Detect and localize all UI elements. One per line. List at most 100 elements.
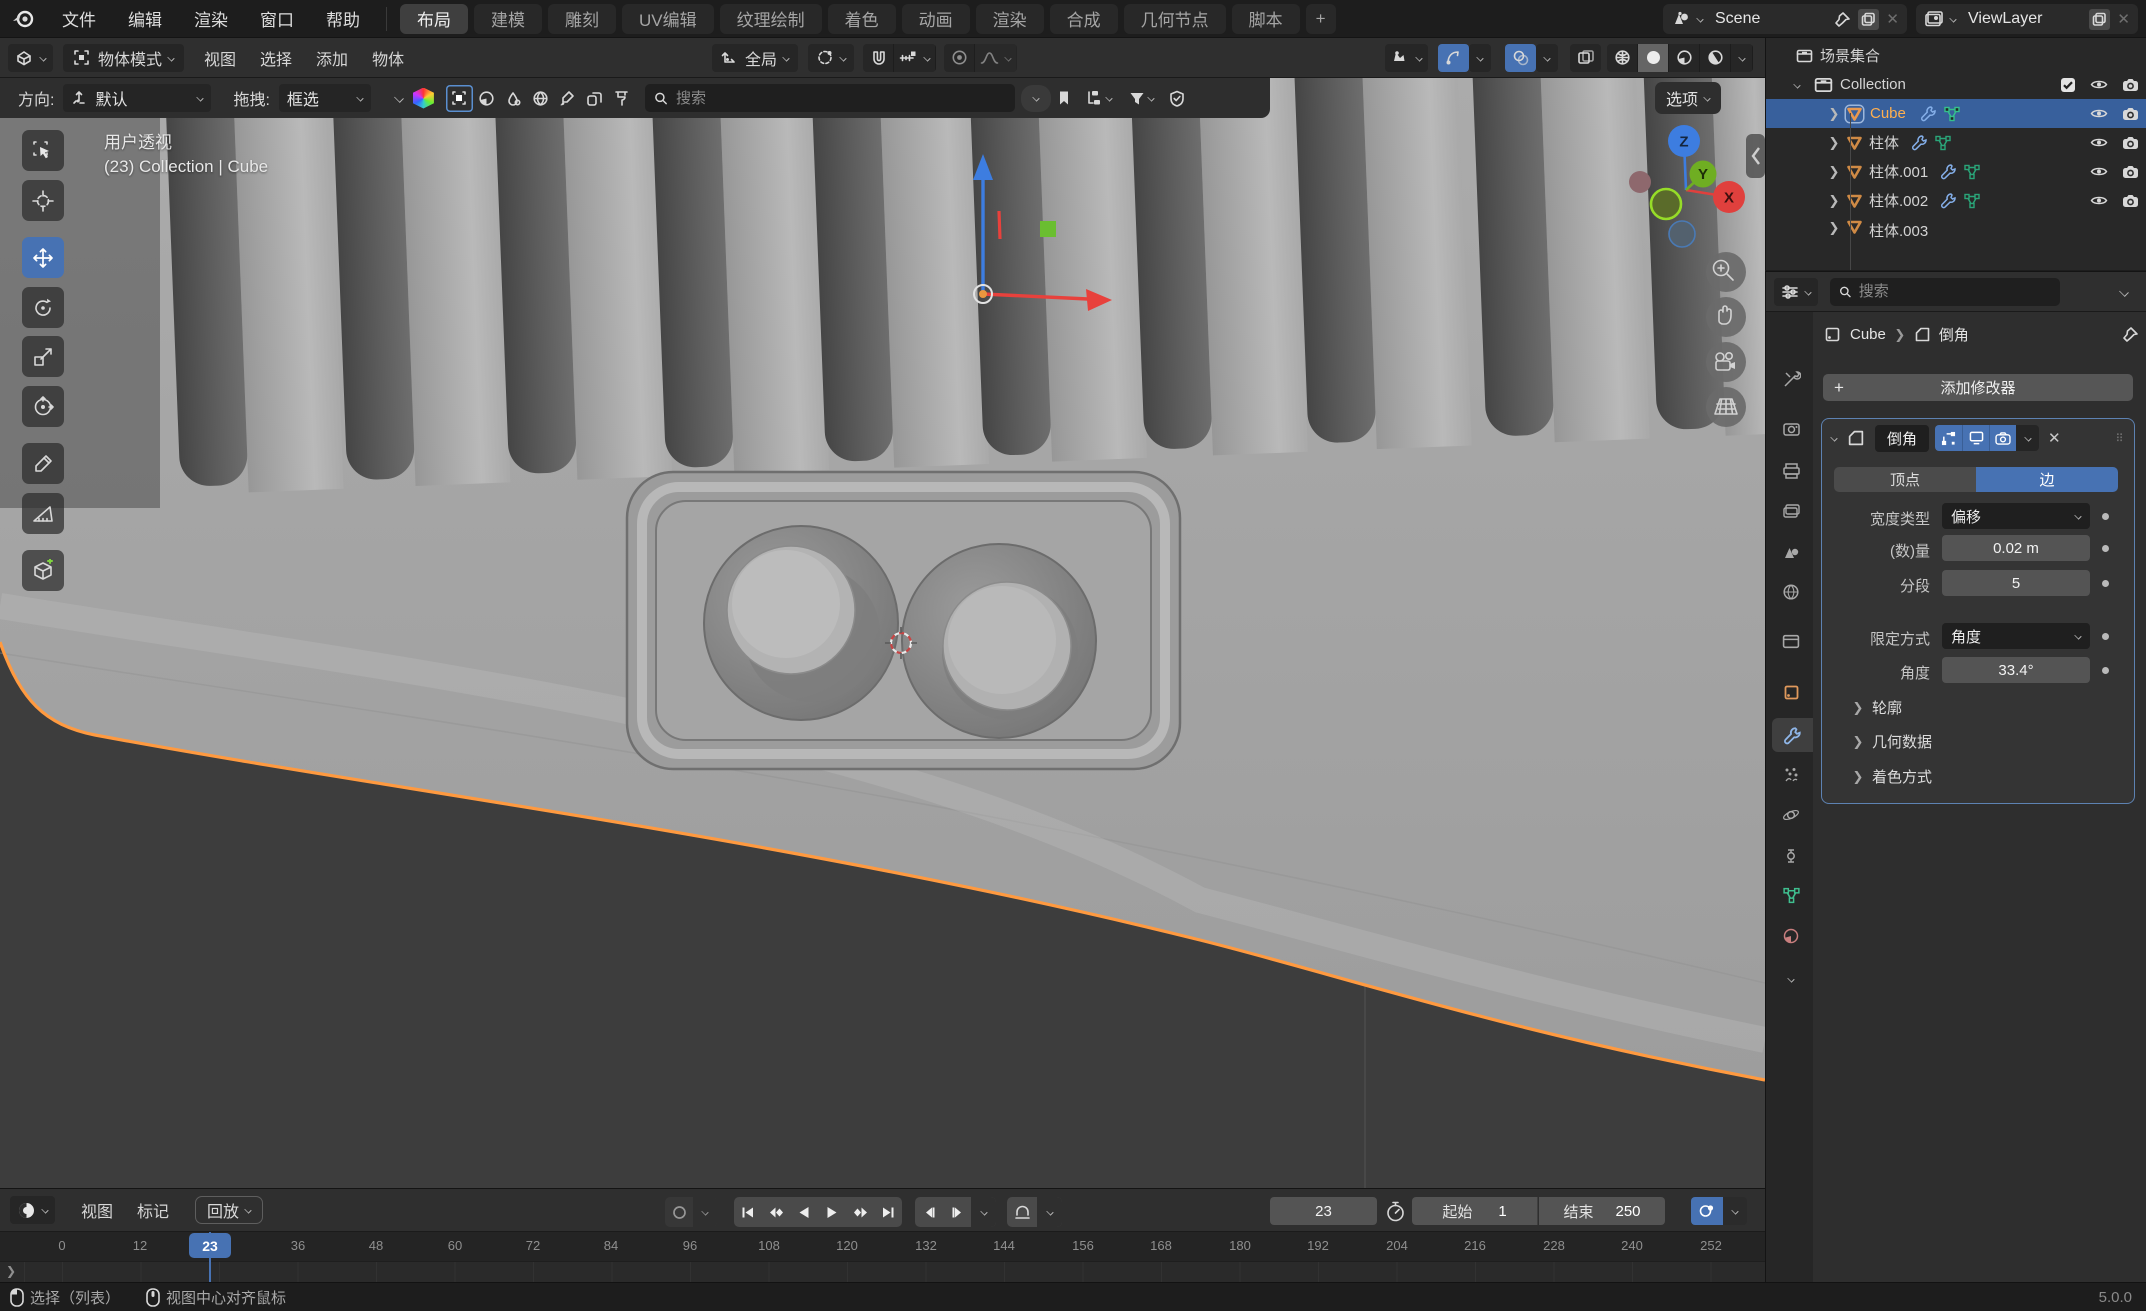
properties-search[interactable]: [1830, 278, 2060, 306]
tab-modifiers[interactable]: [1772, 718, 1813, 752]
breadcrumb-object[interactable]: Cube: [1850, 326, 1886, 343]
workspace-tab-uv[interactable]: UV编辑: [622, 4, 714, 34]
pivot-point-selector[interactable]: [808, 44, 854, 72]
tab-strip-more-chevron-icon[interactable]: [1772, 962, 1810, 996]
jump-to-end-button[interactable]: [874, 1197, 902, 1227]
auto-keying-dropdown[interactable]: [693, 1197, 717, 1227]
snap-toggle[interactable]: [863, 44, 894, 72]
show-overlays-toggle[interactable]: [1505, 44, 1536, 72]
hide-eye-icon[interactable]: [2090, 136, 2108, 149]
tool-transform[interactable]: [22, 386, 64, 427]
tool-scale[interactable]: [22, 336, 64, 377]
hide-eye-icon[interactable]: [2090, 78, 2108, 91]
mesh-data-icon[interactable]: [1934, 135, 1952, 151]
tool-annotate[interactable]: [22, 443, 64, 484]
workspace-tab-geometry-nodes[interactable]: 几何节点: [1124, 4, 1226, 34]
modifier-wrench-icon[interactable]: [1920, 105, 1937, 122]
angle-field[interactable]: 33.4°: [1942, 657, 2090, 683]
edit-mode-display-toggle[interactable]: [1935, 425, 1962, 451]
filter-all-button[interactable]: [446, 85, 473, 112]
pin-icon[interactable]: [2122, 326, 2139, 343]
menu-file[interactable]: 文件: [46, 0, 112, 38]
properties-search-input[interactable]: [1859, 283, 2051, 300]
proportional-edit-toggle[interactable]: [944, 44, 975, 72]
bookmark-icon[interactable]: [1051, 85, 1078, 112]
proportional-falloff-dropdown[interactable]: [975, 44, 1017, 72]
menu-window[interactable]: 窗口: [244, 0, 310, 38]
render-display-toggle[interactable]: [1989, 425, 2016, 451]
menu-help[interactable]: 帮助: [310, 0, 376, 38]
add-modifier-button[interactable]: + 添加修改器: [1823, 374, 2133, 401]
workspace-tab-texture-paint[interactable]: 纹理绘制: [720, 4, 822, 34]
filter-fluid-button[interactable]: [500, 85, 527, 112]
sidebar-collapse-tab[interactable]: [1746, 134, 1765, 178]
disable-render-camera-icon[interactable]: [2122, 165, 2139, 179]
tool-search-input[interactable]: [676, 90, 1006, 107]
transform-orientation-selector[interactable]: 全局: [712, 44, 798, 72]
menu-select[interactable]: 选择: [248, 46, 304, 70]
asset-shelf-chevron-icon[interactable]: [394, 93, 404, 103]
modifier-wrench-icon[interactable]: [1940, 163, 1957, 180]
new-viewlayer-button[interactable]: [2089, 9, 2110, 30]
workspace-tab-rendering[interactable]: 渲染: [976, 4, 1044, 34]
menu-object[interactable]: 物体: [360, 46, 416, 70]
shading-material-button[interactable]: [1669, 44, 1700, 72]
tool-cursor[interactable]: [22, 180, 64, 221]
filter-world-button[interactable]: [527, 85, 554, 112]
catalog-tree-button[interactable]: [1078, 85, 1120, 112]
animate-dot[interactable]: [2102, 580, 2109, 587]
outliner-row-collection[interactable]: Collection: [1766, 70, 2146, 99]
keying-set-toggle[interactable]: [1691, 1197, 1723, 1225]
mode-selector[interactable]: 物体模式: [63, 44, 184, 72]
outliner-row-cylinder[interactable]: ❯ 柱体: [1766, 128, 2146, 157]
workspace-tab-scripting[interactable]: 脚本: [1232, 4, 1300, 34]
outliner-row-cube[interactable]: ❯ Cube: [1766, 99, 2146, 128]
viewlayer-icon[interactable]: [1924, 10, 1944, 28]
tab-world[interactable]: [1772, 575, 1810, 609]
timeline-menu-marker[interactable]: 标记: [125, 1198, 181, 1222]
tab-particles[interactable]: [1772, 758, 1810, 792]
overlays-dropdown[interactable]: [1536, 44, 1558, 72]
width-type-dropdown[interactable]: 偏移: [1942, 503, 2090, 529]
tab-tool[interactable]: [1772, 362, 1810, 396]
blender-logo-icon[interactable]: [0, 8, 46, 30]
workspace-tab-compositing[interactable]: 合成: [1050, 4, 1118, 34]
properties-options-chevron-icon[interactable]: [2119, 287, 2129, 297]
section-geometry[interactable]: ❯几何数据: [1852, 731, 1932, 752]
play-reverse-button[interactable]: [790, 1197, 818, 1227]
unlink-scene-icon[interactable]: ✕: [1886, 10, 1899, 28]
modifier-extras-chevron-icon[interactable]: [2016, 425, 2039, 451]
filter-duplicate-button[interactable]: [581, 85, 608, 112]
tool-rotate[interactable]: [22, 287, 64, 328]
filter-funnel-button[interactable]: [1120, 85, 1164, 112]
shading-rendered-button[interactable]: [1700, 44, 1731, 72]
animate-dot[interactable]: [2102, 633, 2109, 640]
editor-type-3d-viewport-button[interactable]: [8, 44, 53, 72]
frame-end-field[interactable]: 结束250: [1539, 1197, 1665, 1225]
drag-dropdown[interactable]: 框选: [279, 84, 371, 112]
visibility-dropdown[interactable]: [1385, 44, 1428, 72]
material-preview-hexagon-icon[interactable]: [413, 88, 434, 109]
outliner-row-cylinder-003[interactable]: ❯ 柱体.003: [1766, 215, 2146, 270]
keying-dropdown[interactable]: [1723, 1197, 1747, 1225]
previous-frame-button[interactable]: [915, 1197, 943, 1227]
channel-expand-chevron-icon[interactable]: ❯: [6, 1264, 16, 1278]
loop-playback-icon[interactable]: [1007, 1197, 1037, 1227]
exclude-checkbox[interactable]: [2060, 77, 2076, 93]
shield-check-icon[interactable]: [1164, 85, 1191, 112]
workspace-tab-shading[interactable]: 着色: [828, 4, 896, 34]
editor-type-timeline-button[interactable]: [10, 1196, 55, 1224]
breadcrumb-modifier[interactable]: 倒角: [1939, 324, 1969, 345]
tab-output[interactable]: [1772, 453, 1810, 487]
tool-search[interactable]: [645, 84, 1015, 112]
shading-dropdown[interactable]: [1731, 44, 1753, 72]
editor-type-properties-button[interactable]: [1774, 278, 1818, 306]
tab-material[interactable]: [1772, 919, 1810, 953]
mesh-data-icon[interactable]: [1963, 164, 1981, 180]
workspace-tab-animation[interactable]: 动画: [902, 4, 970, 34]
tool-measure[interactable]: [22, 493, 64, 534]
next-frame-button[interactable]: [943, 1197, 971, 1227]
xray-toggle[interactable]: [1570, 44, 1601, 72]
tool-select-box[interactable]: [22, 130, 64, 171]
modifier-wrench-icon[interactable]: [1940, 192, 1957, 209]
